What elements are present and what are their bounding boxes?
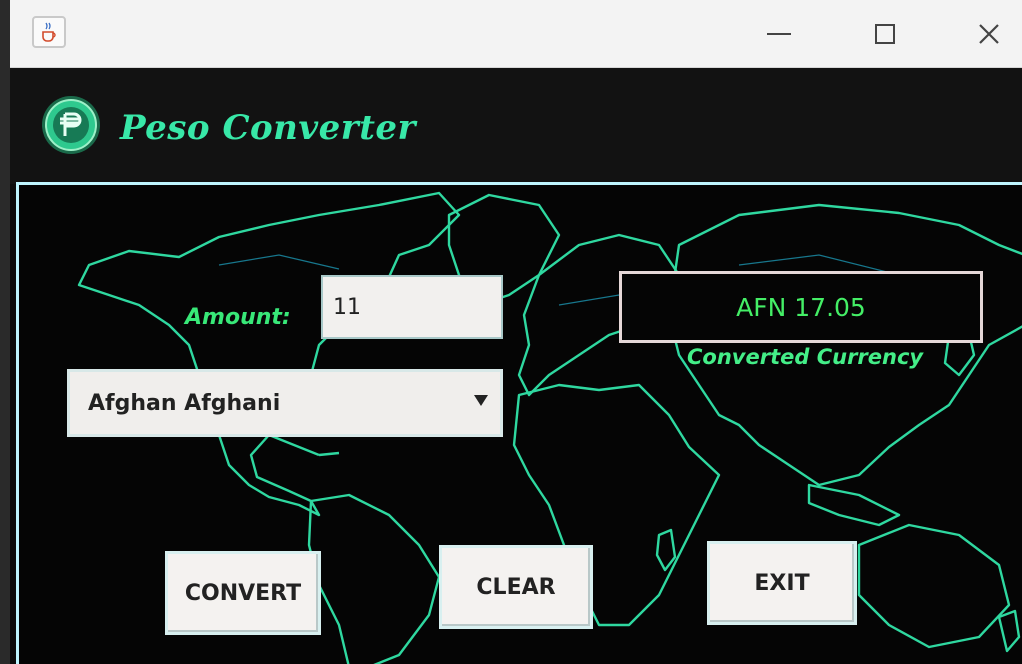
currency-selected-value: Afghan Afghani (88, 390, 281, 416)
minimize-icon (767, 33, 791, 35)
amount-label: Amount: (185, 305, 291, 330)
maximize-button[interactable] (860, 14, 910, 54)
minimize-button[interactable] (754, 14, 804, 54)
clear-button[interactable]: CLEAR (439, 545, 593, 629)
currency-dropdown[interactable]: Afghan Afghani (67, 369, 503, 437)
app-header: Peso Converter (10, 68, 1022, 184)
converted-result-field: AFN 17.05 (619, 271, 983, 343)
amount-input[interactable] (321, 275, 503, 339)
title-bar (10, 0, 1022, 68)
close-button[interactable] (964, 14, 1014, 54)
close-icon (979, 24, 999, 44)
app-window: Peso Converter Amount: 11 AFN 17.05 Conv… (10, 0, 1022, 664)
app-title: Peso Converter (120, 108, 416, 148)
converter-panel: Amount: AFN 17.05 Converted Currency Afg… (16, 182, 1022, 664)
maximize-icon (875, 24, 895, 44)
convert-button[interactable]: CONVERT (165, 551, 321, 635)
java-cup-icon (32, 16, 66, 48)
peso-coin-icon (40, 94, 102, 156)
chevron-down-icon (472, 390, 490, 410)
exit-button[interactable]: EXIT (707, 541, 857, 625)
converted-currency-label: Converted Currency (687, 345, 924, 369)
